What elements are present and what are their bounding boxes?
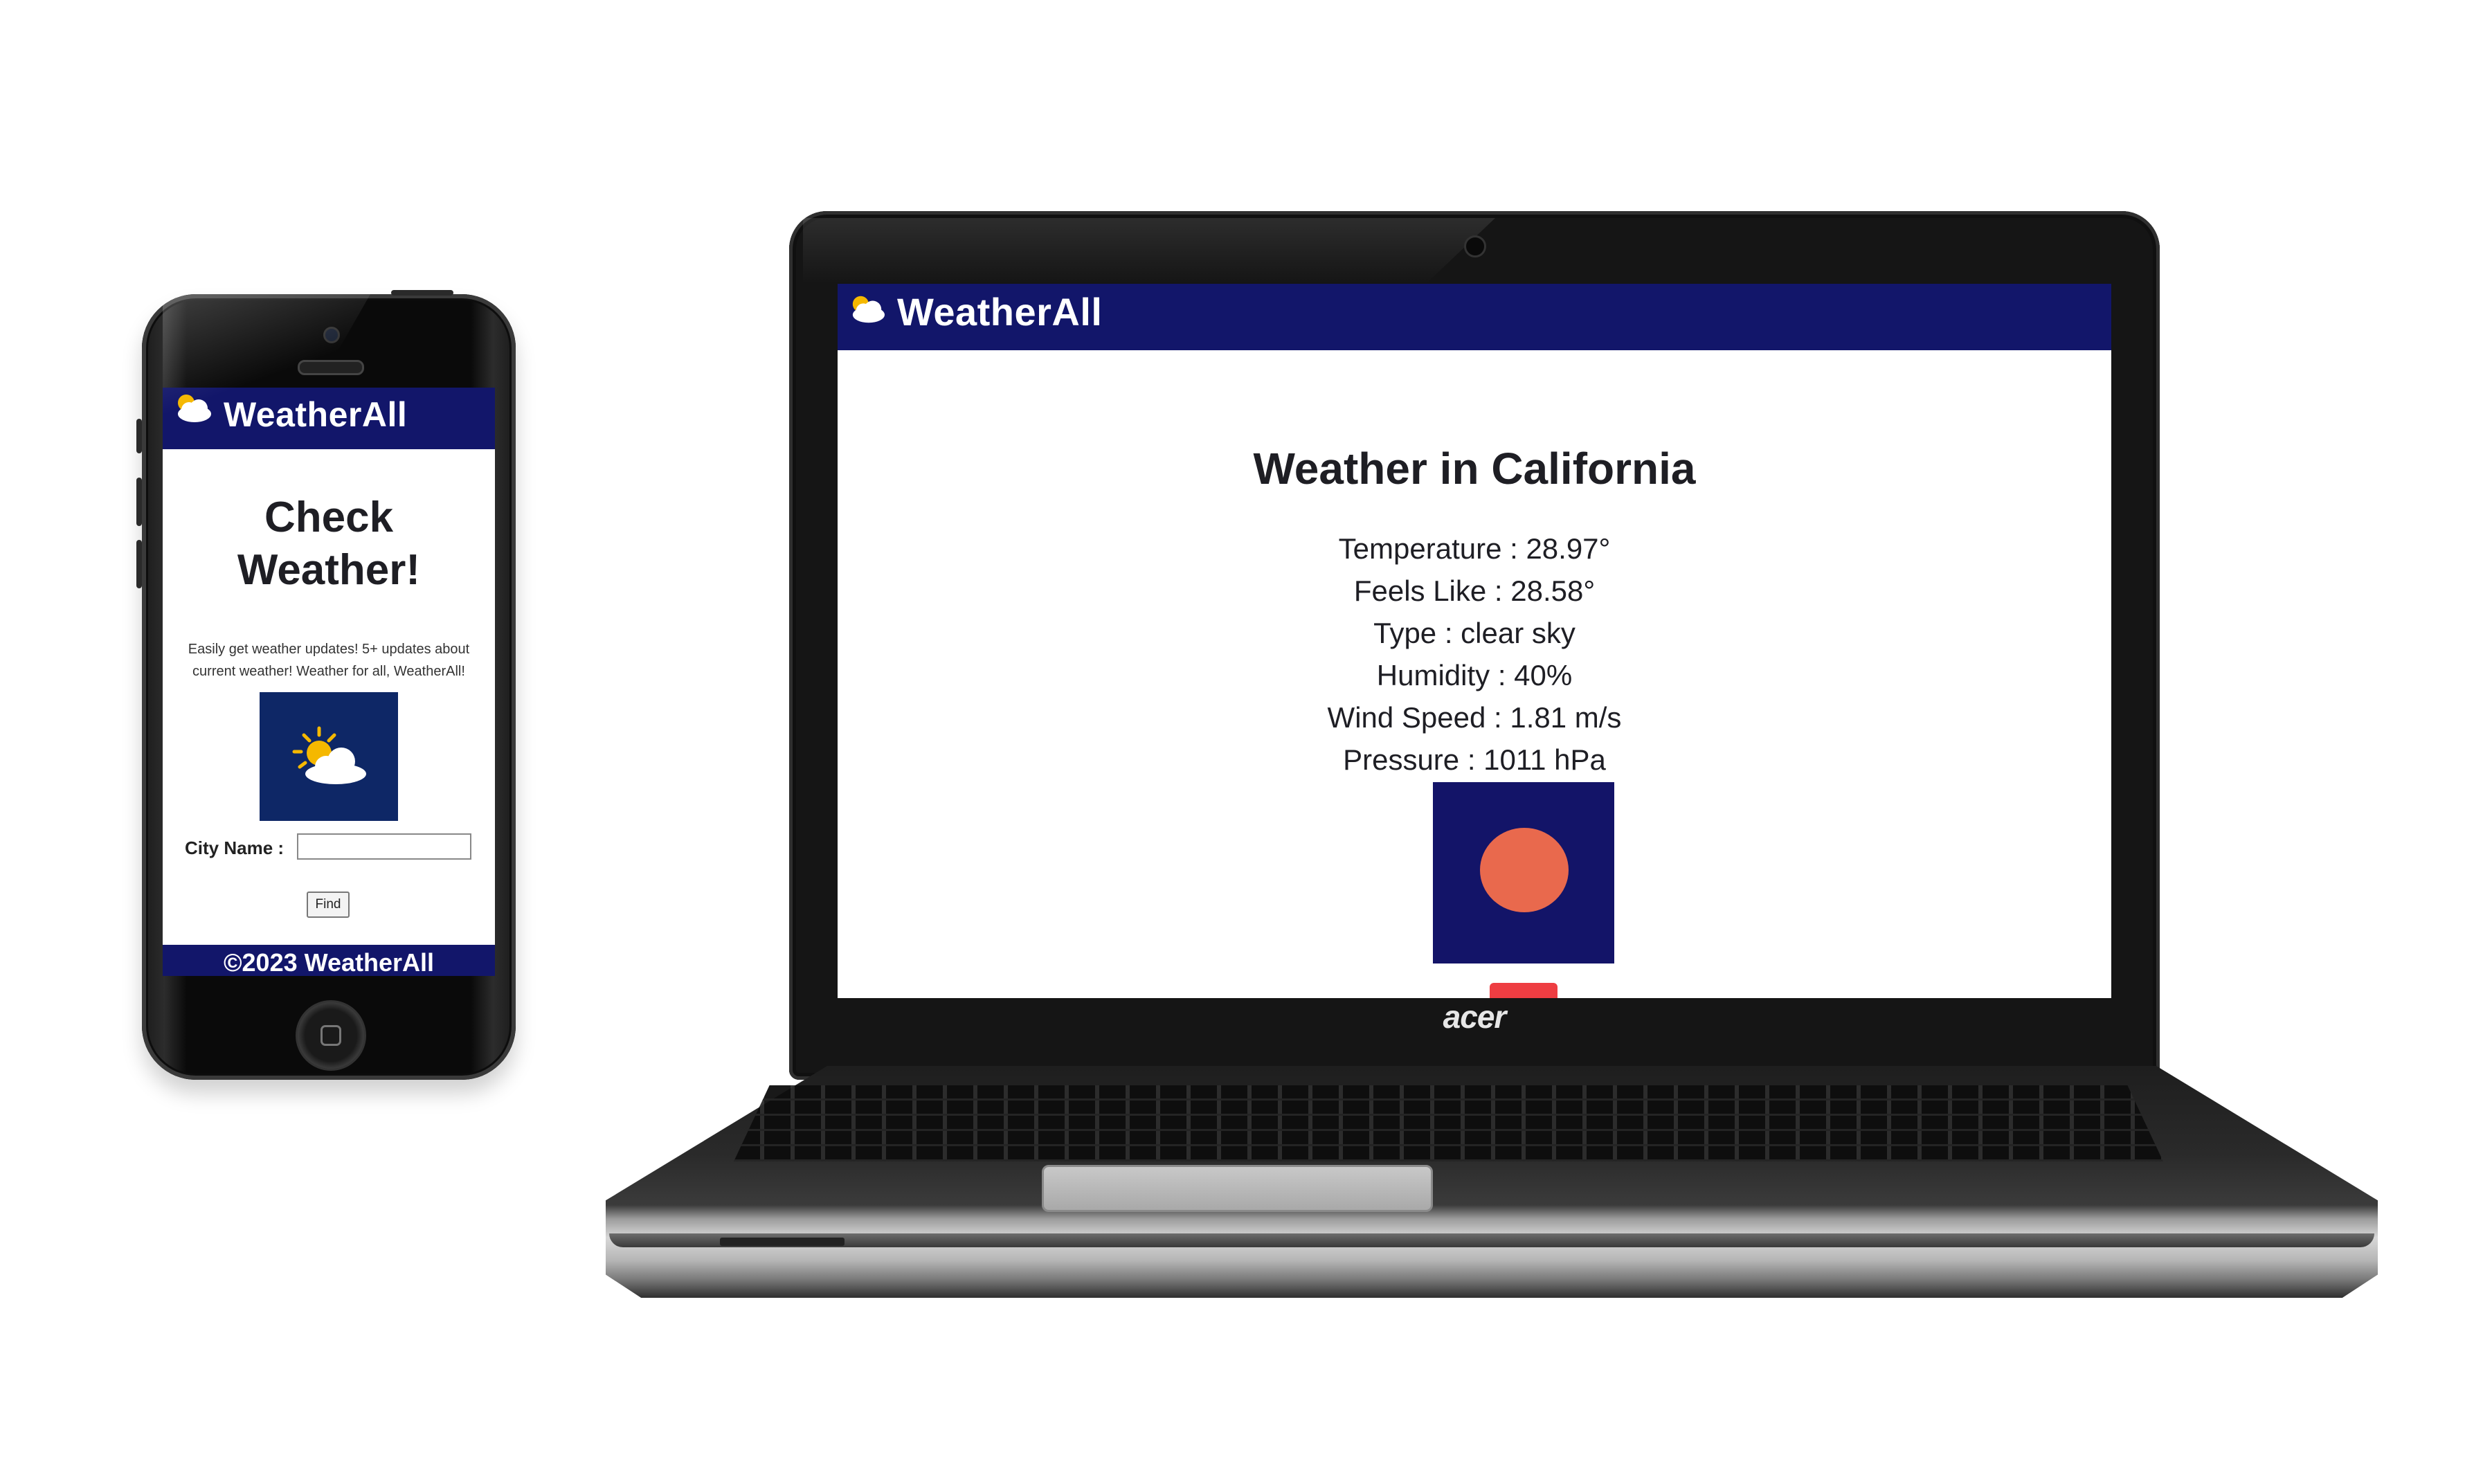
acer-logo: acer — [1443, 999, 1507, 1035]
weather-type-stat: Type : clear sky — [1373, 617, 1575, 649]
phone-volume-down — [136, 540, 142, 588]
laptop-front-edge — [609, 1233, 2374, 1247]
humidity-stat: Humidity : 40% — [1376, 659, 1573, 691]
find-button[interactable]: Find — [307, 892, 350, 918]
phone-speaker — [298, 360, 364, 375]
laptop-bezel-glare — [803, 218, 1495, 284]
footer-copyright: ©2023 WeatherAll — [224, 948, 434, 976]
laptop-brand-title[interactable]: WeatherAll — [897, 289, 1102, 334]
phone-title-line1: Check — [264, 494, 394, 541]
weather-result-title: Weather in California — [1253, 444, 1696, 494]
weather-logo-icon — [178, 395, 211, 422]
city-name-label: City Name : — [185, 838, 285, 858]
smartphone-device: WeatherAll Check Weather! Easily get wea… — [136, 290, 516, 1080]
phone-mute-switch — [136, 419, 142, 453]
phone-volume-up — [136, 478, 142, 526]
webcam-icon — [1464, 235, 1486, 257]
weather-logo-icon — [852, 296, 885, 323]
weather-stats-list: Temperature : 28.97° Feels Like : 28.58°… — [838, 527, 2111, 781]
phone-app-header: WeatherAll — [163, 388, 495, 449]
laptop-app-header: WeatherAll — [838, 284, 2111, 350]
phone-footer: ©2023 WeatherAll — [163, 945, 495, 976]
phone-power-button — [391, 290, 453, 296]
phone-description-line1: Easily get weather updates! 5+ updates a… — [188, 642, 470, 657]
city-name-input[interactable] — [297, 833, 471, 860]
weather-condition-image — [1433, 782, 1614, 963]
pressure-stat: Pressure : 1011 hPa — [1343, 743, 1606, 776]
temperature-stat: Temperature : 28.97° — [1338, 532, 1611, 565]
laptop-touchpad[interactable] — [1042, 1165, 1433, 1212]
wind-speed-stat: Wind Speed : 1.81 m/s — [1327, 701, 1622, 734]
phone-description: Easily get weather updates! 5+ updates a… — [175, 638, 482, 682]
phone-title-line2: Weather! — [237, 546, 421, 594]
phone-weather-image — [260, 692, 398, 821]
keyboard-rows — [734, 1085, 2163, 1161]
laptop-screen: WeatherAll Weather in California Tempera… — [838, 284, 2111, 998]
phone-home-button[interactable] — [296, 1000, 366, 1071]
card-reader-slot — [720, 1238, 845, 1246]
phone-screen: WeatherAll Check Weather! Easily get wea… — [163, 388, 495, 976]
back-button[interactable] — [1490, 983, 1558, 998]
phone-brand-title[interactable]: WeatherAll — [224, 395, 407, 435]
clear-sky-sun-icon — [1480, 828, 1569, 912]
feels-like-stat: Feels Like : 28.58° — [1353, 574, 1596, 607]
phone-camera-icon — [323, 327, 340, 343]
phone-page-title: Check Weather! — [163, 491, 495, 597]
phone-description-line2: current weather! Weather for all, Weathe… — [192, 664, 465, 679]
phone-search-form: City Name : — [163, 831, 495, 861]
partly-cloudy-icon — [292, 726, 366, 784]
